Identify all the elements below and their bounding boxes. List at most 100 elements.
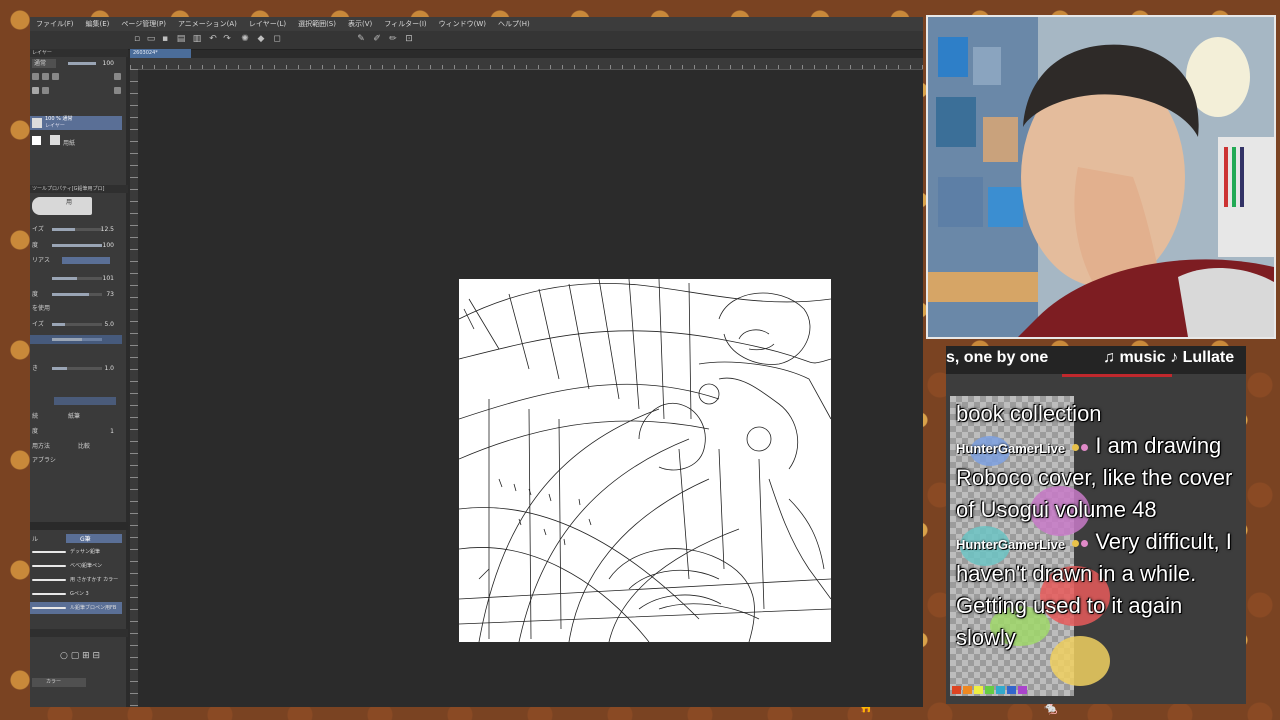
transform-icon[interactable]: ◻ — [272, 34, 282, 44]
prop-slider[interactable] — [52, 367, 102, 370]
document-tab[interactable]: 2603024* — [130, 49, 191, 58]
menu-view[interactable]: 表示(V) — [342, 19, 378, 29]
antialias-selector[interactable] — [62, 257, 110, 264]
prop-degree-row[interactable]: 度 1 — [30, 427, 122, 436]
menu-animation[interactable]: アニメーション(A) — [172, 19, 243, 29]
color-palette — [952, 686, 1027, 694]
opacity-slider[interactable] — [68, 62, 96, 65]
prop-slider[interactable] — [52, 338, 102, 341]
eye-icon[interactable] — [32, 136, 41, 145]
menu-selection[interactable]: 選択範囲(S) — [292, 19, 342, 29]
prop-antialias-row[interactable]: リアス — [30, 256, 122, 265]
paper-thumbnail — [50, 135, 60, 145]
menu-filter[interactable]: フィルター(I) — [378, 19, 432, 29]
prop-value: 101 — [102, 275, 114, 282]
new-file-icon[interactable]: ▫ — [132, 34, 142, 44]
new-folder-icon[interactable] — [42, 73, 49, 80]
color-mode-select[interactable]: カラー — [32, 678, 86, 687]
prop-density-row[interactable]: 度 100 — [30, 241, 122, 250]
brush-item[interactable]: べべ)鉛筆ペン — [30, 560, 122, 572]
menu-help[interactable]: ヘルプ(H) — [492, 19, 536, 29]
progress-strip — [1062, 374, 1172, 377]
blend-mode-row: 通常 100 — [30, 59, 122, 68]
delete-layer-icon[interactable] — [114, 73, 121, 80]
brush-item[interactable]: Gペン 3 — [30, 588, 122, 600]
now-playing-ticker: s, one by one ♫ music ♪ Lullate — [946, 346, 1246, 374]
export-icon[interactable]: ▤ — [176, 34, 186, 44]
prop-slider[interactable] — [52, 277, 102, 280]
menu-window[interactable]: ウィンドウ(W) — [433, 19, 492, 29]
effect-icons[interactable]: ○ ▢ ⊞ ⊟ — [60, 651, 100, 661]
prop-value: 1 — [110, 428, 114, 435]
lock-icon[interactable] — [32, 87, 39, 94]
chat-message: HunterGamerLive I am drawing Roboco cove… — [956, 430, 1241, 526]
menu-layer[interactable]: レイヤー(L) — [243, 19, 292, 29]
brush-name: Gペン 3 — [70, 591, 89, 597]
prop-continue-row[interactable]: 続 紙筆 — [30, 412, 122, 421]
chat-message: book collection — [956, 398, 1241, 430]
layer-name: 用紙 — [63, 140, 76, 147]
tool-name: 用 — [66, 199, 73, 206]
chat-username: HunterGamerLive — [956, 537, 1066, 552]
subscriber-badge-icon — [1072, 539, 1080, 547]
prop-value: 100 — [102, 242, 114, 249]
settings-icon[interactable]: ✺ — [240, 34, 250, 44]
prop-label: 用方法 — [32, 443, 51, 450]
prop-slider[interactable] — [52, 228, 102, 231]
print-icon[interactable]: ▥ — [192, 34, 202, 44]
mask-icon[interactable] — [52, 73, 59, 80]
prop-size-row[interactable]: イズ 12.5 — [30, 225, 122, 234]
subtool-tab-1[interactable]: ル — [32, 534, 38, 543]
blend-mode-select[interactable]: 通常 — [32, 59, 57, 68]
brush-icon[interactable]: ✐ — [372, 34, 382, 44]
prop-slider[interactable] — [52, 323, 102, 326]
blend-method-select[interactable]: 比較 — [78, 442, 90, 451]
prop-label: アブラシ — [32, 457, 56, 464]
prop-method-row[interactable]: 用方法 比較 — [30, 442, 122, 451]
layer-item-paper[interactable]: 用紙 — [30, 133, 122, 147]
prop-slider[interactable] — [52, 244, 102, 247]
prop-texture-row[interactable] — [30, 335, 122, 344]
prop-slider[interactable] — [52, 293, 102, 296]
layer-panel-title: レイヤー — [30, 49, 128, 57]
new-layer-icon[interactable] — [32, 73, 39, 80]
trash-icon[interactable] — [114, 87, 121, 94]
prop-value: 5.0 — [104, 321, 114, 328]
subtool-header — [30, 522, 128, 530]
menu-file[interactable]: ファイル(F) — [30, 19, 80, 29]
prop-use-row[interactable]: を使用 — [30, 304, 122, 313]
opacity-value: 100 — [102, 60, 114, 67]
prop-spacing-row[interactable]: き 1.0 — [30, 364, 122, 373]
chat-message: HunterGamerLive Very difficult, I haven'… — [956, 526, 1241, 654]
redo-icon[interactable]: ↷ — [222, 34, 232, 44]
undo-icon[interactable]: ↶ — [208, 34, 218, 44]
fill-icon[interactable]: ◆ — [256, 34, 266, 44]
brush-item[interactable]: 用 さかすかす カラー — [30, 574, 122, 586]
layer-thumbnail — [32, 118, 42, 128]
subtool-tab-pencil[interactable]: G筆 — [66, 534, 122, 543]
prop-hardness-row[interactable]: 度 73 — [30, 290, 122, 299]
stroke-selector[interactable] — [54, 397, 116, 405]
brush-item-active[interactable]: ル鉛筆ブロペン用FB — [30, 602, 122, 614]
prop-label: 続 — [32, 413, 39, 420]
prop-row[interactable]: 101 — [30, 274, 122, 283]
prop-label: 度 — [32, 291, 39, 298]
brush-item[interactable]: デッサン鉛筆 — [30, 546, 122, 558]
layer-property-header — [30, 629, 128, 637]
save-icon[interactable]: ▪ — [160, 34, 170, 44]
prop-label: 度 — [32, 428, 39, 435]
menu-edit[interactable]: 編集(E) — [80, 19, 116, 29]
prop-value: 73 — [106, 291, 114, 298]
prop-airbrush-row[interactable]: アブラシ — [30, 456, 122, 465]
ruler-icon[interactable]: ⊡ — [404, 34, 414, 44]
layer-item-active[interactable]: 100 % 通常 レイヤー — [30, 116, 122, 130]
menu-page[interactable]: ページ管理(P) — [115, 19, 172, 29]
webcam-image — [928, 17, 1274, 337]
pen-icon[interactable]: ✎ — [356, 34, 366, 44]
pencil-icon[interactable]: ✏ — [388, 34, 398, 44]
chat-messages: book collection HunterGamerLive I am dra… — [956, 398, 1241, 654]
open-icon[interactable]: ▭ — [146, 34, 156, 44]
prop-size2-row[interactable]: イズ 5.0 — [30, 320, 122, 329]
clip-icon[interactable] — [42, 87, 49, 94]
drawing-canvas[interactable] — [459, 279, 831, 642]
